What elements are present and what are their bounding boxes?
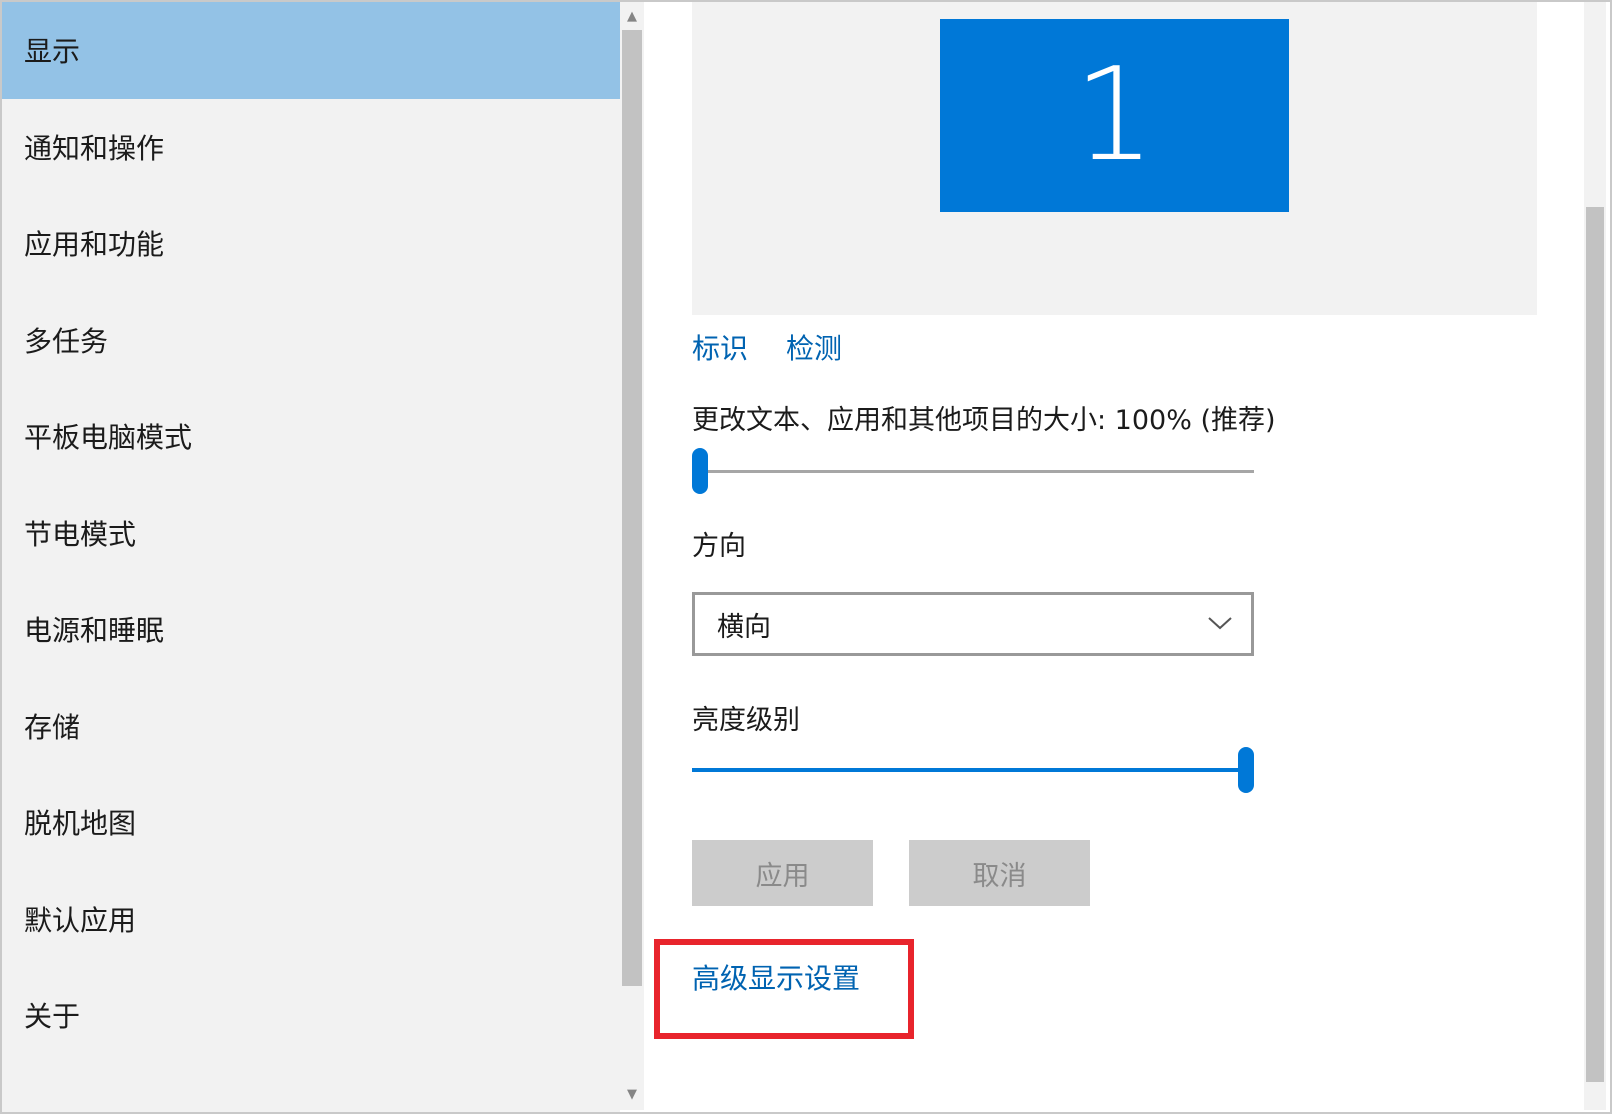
sidebar-item-multitasking[interactable]: 多任务: [2, 292, 620, 389]
sidebar-item-label: 应用和功能: [24, 228, 165, 262]
chevron-down-icon: [1208, 617, 1232, 630]
sidebar-item-label: 脱机地图: [24, 807, 137, 841]
sidebar-item-battery-saver[interactable]: 节电模式: [2, 485, 620, 582]
sidebar-item-storage[interactable]: 存储: [2, 678, 620, 775]
monitor-number: 1: [1073, 41, 1156, 190]
preview-links: 标识 检测: [692, 327, 842, 367]
orientation-selected-value: 横向: [717, 611, 771, 643]
sidebar-item-label: 节电模式: [24, 517, 137, 551]
sidebar-item-about[interactable]: 关于: [2, 967, 620, 1064]
display-preview-area: 1: [692, 2, 1537, 315]
sidebar-item-notifications[interactable]: 通知和操作: [2, 99, 620, 196]
sidebar-scrollbar-thumb[interactable]: [622, 30, 642, 986]
sidebar-item-offline-maps[interactable]: 脱机地图: [2, 774, 620, 871]
content-scrollbar-thumb[interactable]: [1586, 207, 1604, 1082]
brightness-slider-thumb[interactable]: [1238, 747, 1254, 793]
sidebar-item-label: 通知和操作: [24, 131, 165, 165]
sidebar-item-default-apps[interactable]: 默认应用: [2, 871, 620, 968]
cancel-button[interactable]: 取消: [909, 840, 1090, 906]
orientation-label: 方向: [692, 531, 746, 562]
sidebar-item-label: 关于: [24, 1000, 81, 1034]
cancel-button-label: 取消: [972, 860, 1027, 892]
display-settings-panel: 1 标识 检测 更改文本、应用和其他项目的大小: 100% (推荐) 方向 横向…: [644, 2, 1584, 1110]
scroll-down-arrow-icon[interactable]: ▼: [620, 1082, 644, 1106]
identify-link[interactable]: 标识: [692, 327, 748, 367]
sidebar-item-power-sleep[interactable]: 电源和睡眠: [2, 581, 620, 678]
brightness-label: 亮度级别: [692, 705, 800, 736]
content-scrollbar[interactable]: [1584, 2, 1606, 1110]
monitor-tile[interactable]: 1: [940, 19, 1289, 212]
sidebar-item-label: 电源和睡眠: [24, 614, 165, 648]
detect-link[interactable]: 检测: [786, 327, 842, 367]
scale-slider-thumb[interactable]: [692, 448, 708, 494]
settings-sidebar: 显示 通知和操作 应用和功能 多任务 平板电脑模式 节电模式 电源和睡眠 存储 …: [2, 2, 620, 1112]
brightness-slider[interactable]: [692, 745, 1254, 795]
annotation-highlight-box: [654, 939, 914, 1039]
brightness-slider-fill: [692, 768, 1246, 772]
scale-slider[interactable]: [692, 446, 1254, 496]
sidebar-scrollbar[interactable]: ▲ ▼: [620, 2, 644, 1110]
sidebar-item-tablet-mode[interactable]: 平板电脑模式: [2, 388, 620, 485]
sidebar-item-display[interactable]: 显示: [2, 2, 620, 99]
orientation-dropdown[interactable]: 横向: [692, 592, 1254, 656]
apply-button[interactable]: 应用: [692, 840, 873, 906]
sidebar-item-label: 存储: [24, 710, 81, 744]
sidebar-item-label: 显示: [24, 35, 81, 69]
scale-label: 更改文本、应用和其他项目的大小: 100% (推荐): [692, 405, 1276, 436]
scroll-up-arrow-icon[interactable]: ▲: [620, 4, 644, 28]
sidebar-item-apps-features[interactable]: 应用和功能: [2, 195, 620, 292]
apply-button-label: 应用: [755, 860, 810, 892]
sidebar-item-label: 平板电脑模式: [24, 421, 193, 455]
sidebar-item-label: 多任务: [24, 324, 109, 358]
sidebar-item-label: 默认应用: [24, 903, 137, 937]
scale-slider-track: [692, 470, 1254, 473]
